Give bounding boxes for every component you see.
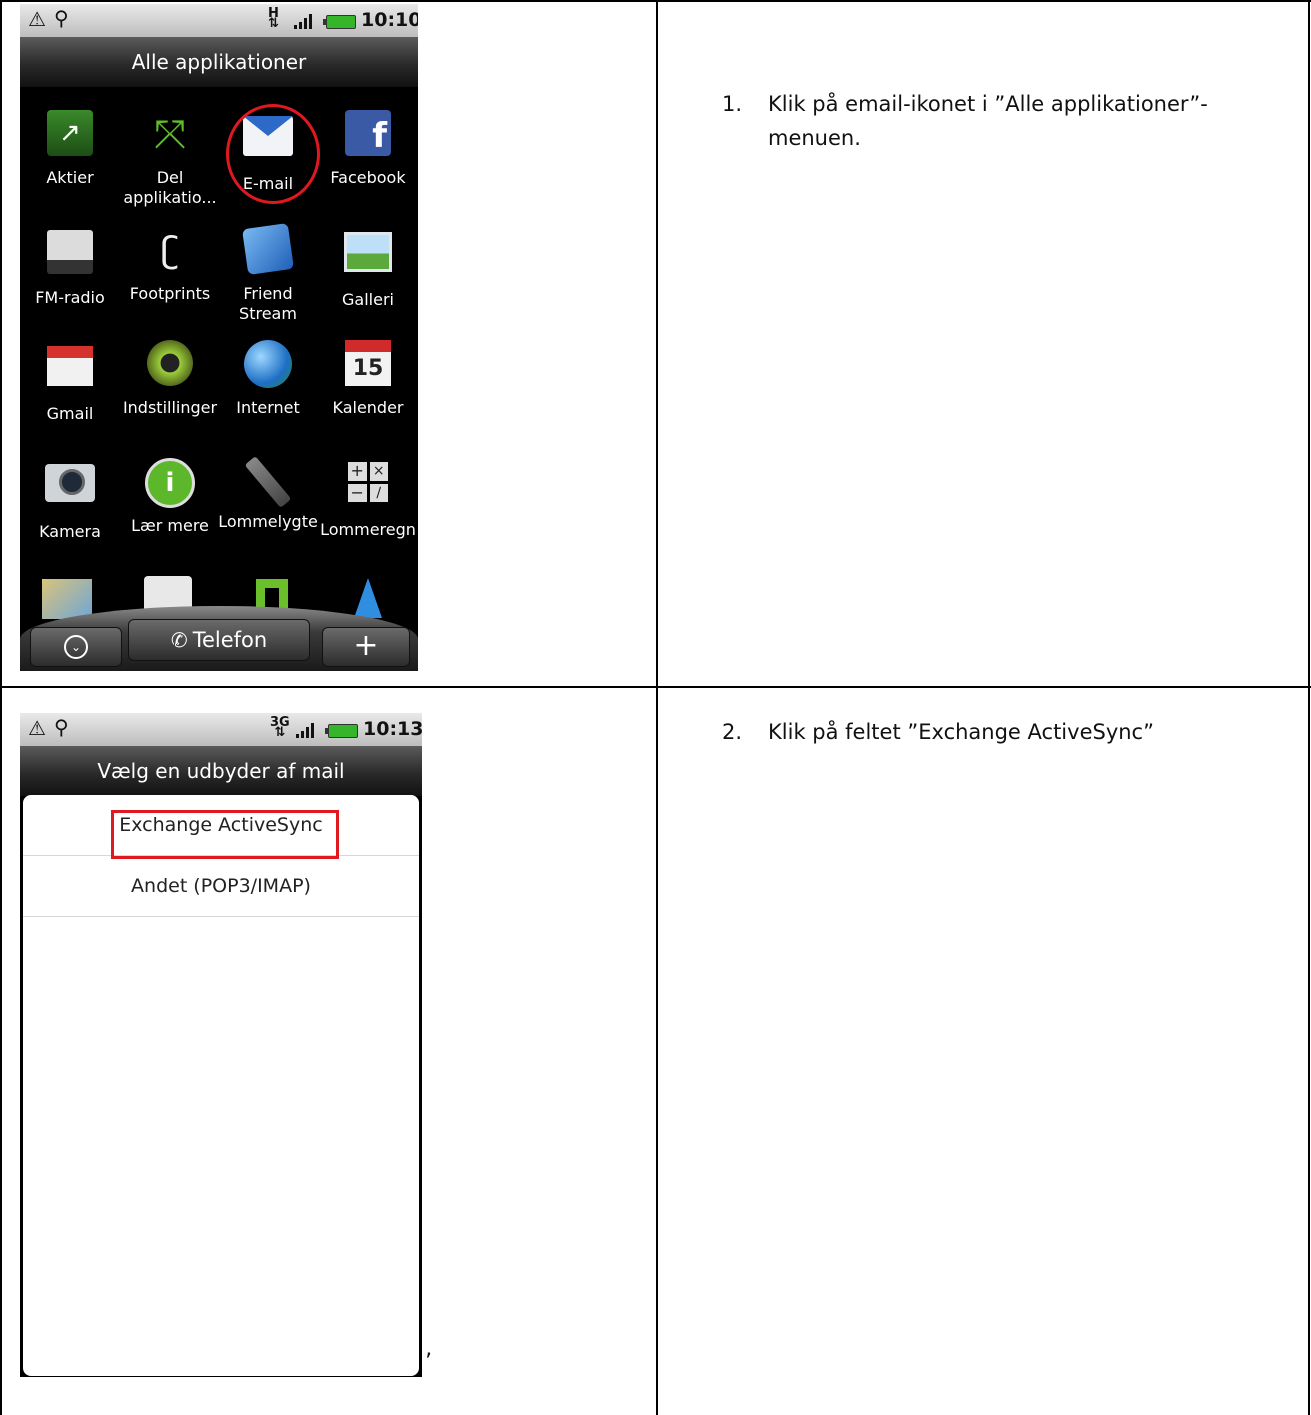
app-gmail[interactable]: Gmail — [20, 340, 120, 424]
flashlight-icon — [242, 454, 294, 508]
app-label: FM-radio — [35, 288, 105, 307]
camera-icon — [44, 464, 96, 516]
step-1-instruction: 1. Klik på email-ikonet i ”Alle applikat… — [722, 87, 1282, 167]
table-row-divider — [0, 686, 1311, 688]
step-text: Klik på email-ikonet i ”Alle applikation… — [768, 92, 1208, 150]
calculator-icon: + × − ∕ — [342, 462, 394, 514]
app-indstillinger[interactable]: Indstillinger — [120, 340, 220, 418]
app-lær-mere[interactable]: i Lær mere — [120, 456, 220, 536]
trailing-comma: ’ — [425, 1350, 432, 1375]
status-bar: ⚠ ⚲ 3G ⇅ 10:13 — [20, 713, 422, 746]
plus-icon: + — [353, 628, 379, 663]
app-galleri[interactable]: Galleri — [318, 226, 418, 310]
usb-icon: ⚲ — [54, 715, 69, 739]
facebook-icon: f — [342, 110, 394, 162]
maps-icon — [42, 579, 92, 619]
app-label: Footprints — [129, 284, 211, 303]
screen-title: Alle applikationer — [20, 37, 418, 87]
app-label: Facebook — [330, 168, 406, 187]
app-label: Lommeregn — [320, 520, 416, 539]
app-label: Friend Stream — [239, 284, 297, 323]
app-facebook[interactable]: f Facebook — [318, 110, 418, 188]
network-type-indicator: 3G ⇅ — [270, 715, 290, 740]
chevron-down-circle-icon: ⌄ — [64, 635, 88, 659]
info-icon: i — [144, 458, 196, 510]
battery-icon — [325, 724, 358, 738]
app-label: Aktier — [46, 168, 94, 187]
app-kamera[interactable]: Kamera — [20, 456, 120, 542]
provider-option-other[interactable]: Andet (POP3/IMAP) — [23, 856, 419, 917]
network-type-label: H — [268, 6, 279, 21]
app-label: Lær mere — [131, 516, 209, 535]
step-number: 2. — [722, 720, 743, 744]
phone-button-label: Telefon — [192, 628, 268, 652]
table-border-left — [0, 0, 2, 1415]
add-to-home-button[interactable]: + — [322, 627, 410, 667]
table-divider-middle — [656, 0, 658, 1415]
usb-icon: ⚲ — [54, 6, 69, 30]
battery-icon — [323, 15, 356, 29]
clock: 10:13 — [363, 718, 422, 740]
friend-stream-icon — [242, 223, 294, 278]
collapse-drawer-button[interactable]: ⌄ — [30, 627, 122, 667]
app-label: Gmail — [46, 404, 94, 423]
warning-icon: ⚠ — [28, 7, 46, 31]
exchange-highlight-box — [111, 810, 339, 859]
app-fm-radio[interactable]: FM-radio — [20, 226, 120, 308]
settings-gear-icon — [144, 340, 196, 392]
share-apps-icon: ⤧ — [154, 112, 186, 158]
signal-icon — [296, 722, 320, 738]
step-number: 1. — [722, 92, 743, 116]
footprints-icon: ʗ — [160, 230, 180, 271]
signal-icon — [294, 13, 318, 29]
warning-icon: ⚠ — [28, 716, 46, 740]
email-highlight-circle — [226, 104, 320, 204]
navigation-icon — [354, 578, 382, 618]
app-label: Lommelygte — [218, 512, 318, 531]
network-type-label: 3G — [270, 715, 290, 730]
app-drawer-screenshot: ⚠ ⚲ H ⇅ 10:10 Alle applikationer ↗ Aktier ⤧… — [20, 4, 418, 671]
app-label: Del applikatio... — [123, 168, 217, 207]
app-label: Galleri — [342, 290, 394, 309]
provider-option-label: Andet (POP3/IMAP) — [131, 875, 311, 897]
gallery-icon — [342, 232, 394, 284]
screen-title: Vælg en udbyder af mail — [20, 746, 422, 796]
app-friend-stream[interactable]: Friend Stream — [218, 223, 318, 324]
app-lommeregn[interactable]: + × − ∕ Lommeregn — [318, 456, 418, 540]
clock: 10:10 — [361, 9, 418, 31]
bottom-dock: ⌄ ✆ Telefon + — [20, 606, 418, 671]
step-text: Klik på feltet ”Exchange ActiveSync” — [768, 720, 1154, 744]
gmail-icon — [44, 346, 96, 398]
step-2-instruction: 2. Klik på feltet ”Exchange ActiveSync” — [722, 715, 1282, 755]
provider-list: Exchange ActiveSync Andet (POP3/IMAP) — [23, 795, 419, 1376]
phone-handset-icon: ✆ — [170, 628, 188, 652]
table-border-right — [1308, 0, 1310, 1415]
app-del-applikatio[interactable]: ⤧ Del applikatio... — [120, 110, 220, 208]
app-label: Kalender — [332, 398, 404, 417]
app-kalender[interactable]: 15 Kalender — [318, 340, 418, 418]
status-bar: ⚠ ⚲ H ⇅ 10:10 — [20, 4, 418, 37]
app-label: Indstillinger — [122, 398, 218, 417]
app-footprints[interactable]: ʗ Footprints — [120, 226, 220, 304]
globe-icon — [242, 340, 294, 392]
app-lommelygte[interactable]: Lommelygte — [218, 456, 318, 532]
network-type-indicator: H ⇅ — [268, 6, 279, 31]
stocks-icon: ↗ — [44, 110, 96, 162]
app-label: Kamera — [39, 522, 101, 541]
fm-radio-icon — [44, 230, 96, 282]
calendar-icon: 15 — [342, 340, 394, 392]
app-internet[interactable]: Internet — [218, 340, 318, 418]
phone-button[interactable]: ✆ Telefon — [128, 619, 310, 661]
app-aktier[interactable]: ↗ Aktier — [20, 110, 120, 188]
app-label: Internet — [236, 398, 300, 417]
